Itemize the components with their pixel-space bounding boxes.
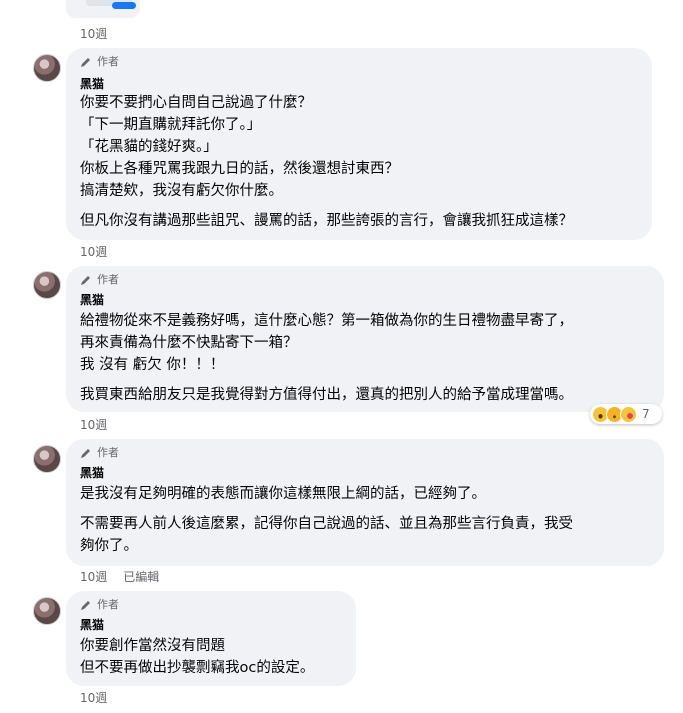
timestamp-link[interactable]: 10週: [80, 417, 107, 433]
badge-label: 作者: [97, 273, 119, 286]
comment-text-line: 我買東西給朋友只是我覺得對方值得付出，還真的把別人的給予當成理當嗎。: [80, 387, 573, 403]
author-badge: 作者: [80, 446, 119, 460]
timestamp-link[interactable]: 10週: [80, 690, 107, 706]
author-badge: 作者: [80, 273, 119, 287]
care-icon: [620, 405, 637, 423]
author-name[interactable]: 黑猫: [80, 292, 104, 308]
comment-bubble: 作者 黑猫 是我沒有足夠明確的表態而讓你這樣無限上綱的話，已經夠了。 不需要再人…: [66, 439, 664, 566]
timestamp-link[interactable]: 10週: [80, 26, 107, 42]
comment-text-line: 給禮物從來不是義務好嗎，這什麼心態？第一箱做為你的生日禮物盡早寄了，: [80, 313, 573, 329]
previous-comment-attachment[interactable]: [66, 0, 140, 18]
comment-meta: 10週 已編輯: [80, 569, 159, 585]
comment-text-line: 再來責備為什麼不快點寄下一箱？: [80, 335, 298, 351]
badge-label: 作者: [97, 598, 119, 611]
comment-text-line: 但不要再做出抄襲剽竊我oc的設定。: [80, 660, 315, 676]
avatar[interactable]: [33, 445, 61, 473]
comment-bubble: 作者 黑猫 你要不要捫心自問自己說過了什麼？ 「下一期直購就拜託你了。」 「花黑…: [66, 48, 652, 240]
pencil-icon: [81, 601, 90, 610]
badge-label: 作者: [97, 55, 119, 68]
comment-text-line: 你要不要捫心自問自己說過了什麼？: [80, 95, 312, 111]
avatar[interactable]: [33, 597, 61, 625]
pencil-icon: [81, 276, 90, 285]
comment-meta: 10週: [80, 417, 107, 433]
comment-text-line: 「下一期直購就拜託你了。」: [80, 117, 262, 133]
comment-meta: 10週: [80, 244, 107, 260]
pencil-icon: [81, 58, 90, 67]
badge-label: 作者: [97, 446, 119, 459]
avatar[interactable]: [33, 54, 61, 82]
reactions-summary[interactable]: 7: [590, 404, 662, 424]
author-badge: 作者: [80, 55, 119, 69]
comment-text-line: 你板上各種咒罵我跟九日的話，然後還想討東西？: [80, 161, 399, 177]
comment-meta: 10週: [80, 690, 107, 706]
reaction-count: 7: [642, 407, 650, 421]
comment-text-line: 是我沒有足夠明確的表態而讓你這樣無限上綱的話，已經夠了。: [80, 486, 486, 502]
author-name[interactable]: 黑猫: [80, 76, 104, 92]
author-badge: 作者: [80, 598, 119, 612]
comment-text-line: 夠你了。: [80, 538, 138, 554]
comment-text-line: 搞清楚欸，我沒有虧欠你什麼。: [80, 183, 283, 199]
edited-label[interactable]: 已編輯: [123, 569, 159, 585]
comment-bubble: 作者 黑猫 給禮物從來不是義務好嗎，這什麼心態？第一箱做為你的生日禮物盡早寄了，…: [66, 266, 664, 412]
comment-bubble: 作者 黑猫 你要創作當然沒有問題 但不要再做出抄襲剽竊我oc的設定。: [66, 591, 356, 686]
comment-text-line: 不需要再人前人後這麼累，記得你自己說過的話、並且為那些言行負責，我受: [80, 516, 573, 532]
comment-meta: 10週: [80, 26, 107, 42]
author-name[interactable]: 黑猫: [80, 617, 104, 633]
comment-text-line: 「花黑貓的錢好爽。」: [80, 139, 218, 155]
comment-text-line: 我 沒有 虧欠 你！！！: [80, 357, 225, 373]
pencil-icon: [81, 449, 90, 458]
avatar[interactable]: [33, 271, 61, 299]
author-name[interactable]: 黑猫: [80, 465, 104, 481]
comment-text-line: 你要創作當然沒有問題: [80, 638, 225, 654]
comment-text-line: 但凡你沒有講過那些詛咒、謾罵的話，那些誇張的言行，會讓我抓狂成這樣？: [80, 213, 573, 229]
timestamp-link[interactable]: 10週: [80, 244, 107, 260]
attachment-accent: [112, 2, 136, 9]
timestamp-link[interactable]: 10週: [80, 569, 107, 585]
